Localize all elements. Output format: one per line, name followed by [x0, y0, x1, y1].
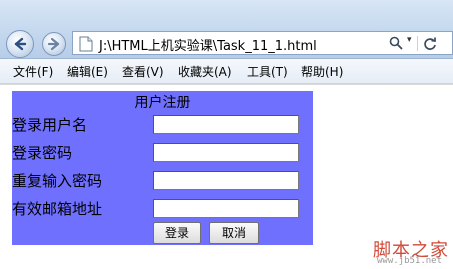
form-title: 用户注册 [134, 95, 191, 111]
forward-arrow-icon [47, 37, 60, 51]
forward-button[interactable] [42, 32, 66, 56]
back-arrow-icon [14, 37, 27, 51]
content-divider [0, 84, 453, 85]
menu-tools[interactable]: 工具(T) [247, 63, 288, 80]
username-input[interactable] [153, 115, 299, 134]
back-button[interactable] [6, 30, 34, 58]
browser-toolbar: J:\HTML上机实验课\Task_11_1.html ▾ [0, 0, 453, 59]
email-input[interactable] [153, 199, 299, 218]
address-bar[interactable]: J:\HTML上机实验课\Task_11_1.html ▾ [72, 31, 453, 55]
search-icon[interactable] [389, 36, 403, 50]
address-separator [417, 36, 418, 51]
password-label: 登录密码 [12, 144, 73, 162]
registration-form: 用户注册 登录用户名 登录密码 重复输入密码 有效邮箱地址 登录 取消 [12, 91, 313, 245]
login-button[interactable]: 登录 [153, 222, 201, 244]
email-label: 有效邮箱地址 [12, 200, 103, 218]
address-text[interactable]: J:\HTML上机实验课\Task_11_1.html [99, 35, 317, 54]
dropdown-icon[interactable]: ▾ [407, 35, 412, 45]
menu-favorites[interactable]: 收藏夹(A) [178, 63, 232, 80]
menu-edit[interactable]: 编辑(E) [67, 63, 108, 80]
watermark-url: www.jb51.net [377, 256, 443, 266]
page-icon [79, 36, 93, 52]
refresh-icon[interactable] [423, 35, 437, 51]
menu-file[interactable]: 文件(F) [13, 63, 53, 80]
password-input[interactable] [153, 143, 299, 162]
username-label: 登录用户名 [12, 116, 88, 134]
confirm-password-label: 重复输入密码 [12, 172, 103, 190]
menu-view[interactable]: 查看(V) [122, 63, 164, 80]
menu-bar: 文件(F) 编辑(E) 查看(V) 收藏夹(A) 工具(T) 帮助(H) [0, 59, 453, 84]
cancel-button[interactable]: 取消 [209, 222, 259, 244]
confirm-password-input[interactable] [153, 171, 299, 190]
menu-help[interactable]: 帮助(H) [301, 63, 343, 80]
